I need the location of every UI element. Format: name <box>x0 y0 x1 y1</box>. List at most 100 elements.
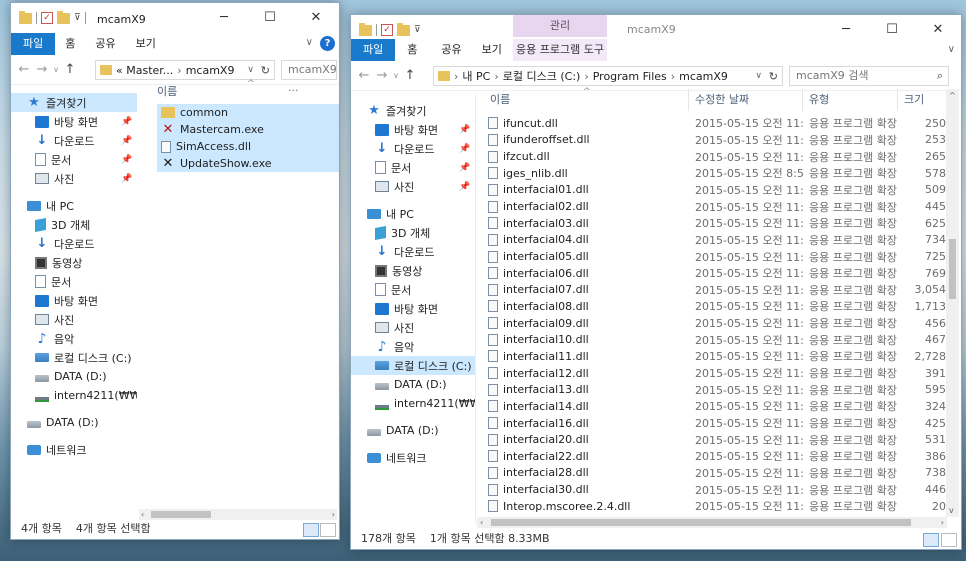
nav-item[interactable]: 문서 📌 <box>351 158 475 177</box>
nav-item[interactable]: 네트워크 <box>11 440 137 459</box>
nav-item[interactable]: 문서 📌 <box>11 150 137 169</box>
file-row[interactable]: interfacial07.dll 2015-05-15 오전 11:20 응용 프… <box>484 282 950 299</box>
nav-item[interactable]: 3D 개체 <box>11 215 137 234</box>
nav-item[interactable]: 내 PC <box>11 196 137 215</box>
file-row[interactable]: ✕ UpdateShow.exe <box>157 155 339 172</box>
refresh-icon[interactable]: ↻ <box>261 64 270 77</box>
pin-icon[interactable]: 📌 <box>459 125 470 135</box>
file-row[interactable]: interfacial12.dll 2015-05-15 오전 11:18 응용 프… <box>484 365 950 382</box>
nav-item[interactable]: DATA (D:) <box>11 367 137 386</box>
file-row[interactable]: interfacial09.dll 2015-05-15 오전 11:20 응용 프… <box>484 315 950 332</box>
pin-icon[interactable]: 📌 <box>459 182 470 192</box>
nav-item[interactable]: ★ 즐겨찾기 <box>11 93 137 112</box>
file-row[interactable]: interfacial02.dll 2015-05-15 오전 11:20 응용 프… <box>484 198 950 215</box>
scroll-left-icon[interactable]: ‹ <box>480 518 483 527</box>
nav-item[interactable]: intern4211(₩₩inte <box>11 386 137 405</box>
nav-item[interactable]: DATA (D:) <box>11 413 137 432</box>
chevron-down-icon[interactable]: ∨ <box>247 65 254 75</box>
scrollbar-thumb[interactable] <box>151 511 211 518</box>
nav-item[interactable]: 로컬 디스크 (C:) <box>351 356 475 375</box>
up-arrow-icon[interactable]: ↑ <box>401 68 419 83</box>
nav-item[interactable]: 로컬 디스크 (C:) <box>11 348 137 367</box>
maximize-button[interactable]: ☐ <box>247 3 293 33</box>
large-icons-view-icon[interactable] <box>320 523 336 537</box>
breadcrumb-item[interactable]: 내 PC <box>462 68 490 84</box>
column-header-name[interactable]: 이름 <box>157 83 177 99</box>
file-row[interactable]: interfacial11.dll 2015-05-15 오전 11:18 응용 프… <box>484 348 950 365</box>
tab-file[interactable]: 파일 <box>11 33 56 55</box>
file-row[interactable]: interfacial04.dll 2015-05-15 오전 11:20 응용 프… <box>484 232 950 249</box>
pin-icon[interactable]: 📌 <box>121 117 132 127</box>
nav-item[interactable]: 동영상 <box>351 261 475 280</box>
nav-item[interactable]: 동영상 <box>11 253 137 272</box>
pin-icon[interactable]: 📌 <box>121 136 132 146</box>
nav-item[interactable]: ♪ 음악 <box>11 329 137 348</box>
nav-item[interactable]: ♪ 음악 <box>351 337 475 356</box>
customize-toolbar-icon[interactable]: ⊽ <box>74 13 81 23</box>
chevron-down-icon[interactable]: ∨ <box>755 71 762 81</box>
large-icons-view-icon[interactable] <box>941 533 957 547</box>
nav-item[interactable]: 바탕 화면 📌 <box>351 120 475 139</box>
file-row[interactable]: interfacial14.dll 2015-05-15 오전 11:18 응용 프… <box>484 398 950 415</box>
nav-item[interactable]: 네트워크 <box>351 448 475 467</box>
file-row[interactable]: interfacial16.dll 2015-05-15 오전 11:18 응용 프… <box>484 415 950 432</box>
file-row[interactable]: ✕ Mastercam.exe <box>157 121 339 138</box>
file-row[interactable]: interfacial28.dll 2015-05-15 오전 11:18 응용 프… <box>484 465 950 482</box>
column-header-size[interactable]: 크기 <box>898 89 950 111</box>
horizontal-scrollbar[interactable]: ‹ › <box>477 517 947 528</box>
tab-home[interactable]: 홈 <box>55 33 85 55</box>
file-row[interactable]: interfacial30.dll 2015-05-15 오전 11:18 응용 프… <box>484 481 950 498</box>
back-arrow-icon[interactable]: ← <box>355 68 373 83</box>
recent-locations-icon[interactable]: ∨ <box>51 65 61 74</box>
file-row[interactable]: interfacial05.dll 2015-05-15 오전 11:20 응용 프… <box>484 248 950 265</box>
breadcrumb-item[interactable]: « Master... <box>116 64 173 77</box>
file-row[interactable]: common <box>157 104 339 121</box>
file-row[interactable]: ifuncut.dll 2015-05-15 오전 11:20 응용 프로그램 확장… <box>484 115 950 132</box>
new-folder-icon[interactable] <box>397 22 410 36</box>
file-row[interactable]: interfacial20.dll 2015-05-15 오전 11:18 응용 프… <box>484 431 950 448</box>
nav-item[interactable]: DATA (D:) <box>351 375 475 394</box>
nav-item[interactable]: 사진 📌 <box>351 177 475 196</box>
forward-arrow-icon[interactable]: → <box>373 68 391 83</box>
customize-toolbar-icon[interactable]: ⊽ <box>414 25 421 35</box>
search-input[interactable]: mcamX9 ... <box>281 60 337 94</box>
column-header-date[interactable]: 수정한 날짜 <box>689 89 803 111</box>
scroll-right-icon[interactable]: › <box>941 518 944 527</box>
nav-item[interactable]: 바탕 화면 <box>351 299 475 318</box>
tab-file[interactable]: 파일 <box>351 39 396 61</box>
new-folder-icon[interactable] <box>57 10 70 24</box>
recent-locations-icon[interactable]: ∨ <box>391 71 401 80</box>
file-row[interactable]: ifzcut.dll 2015-05-15 오전 11:19 응용 프로그램 확장 2… <box>484 148 950 165</box>
context-tab-manage[interactable]: 관리 <box>513 15 607 37</box>
breadcrumb-item[interactable]: Program Files <box>593 70 667 83</box>
file-row[interactable]: interfacial03.dll 2015-05-15 오전 11:20 응용 프… <box>484 215 950 232</box>
tab-view[interactable]: 보기 <box>126 33 166 55</box>
breadcrumb-item[interactable]: mcamX9 <box>679 70 728 83</box>
search-input[interactable]: mcamX9 검색 ⌕ <box>789 66 949 86</box>
forward-arrow-icon[interactable]: → <box>33 62 51 77</box>
file-row[interactable]: SimAccess.dll <box>157 138 339 155</box>
nav-item[interactable]: 문서 <box>351 280 475 299</box>
tab-view[interactable]: 보기 <box>474 39 510 61</box>
column-header-type[interactable]: 유형 <box>803 89 898 111</box>
nav-item[interactable]: 바탕 화면 📌 <box>11 112 137 131</box>
scroll-up-icon[interactable]: ^ <box>949 91 956 100</box>
nav-item[interactable]: 3D 개체 <box>351 223 475 242</box>
nav-item[interactable]: ↓ 다운로드 <box>11 234 137 253</box>
tab-application-tools[interactable]: 응용 프로그램 도구 <box>513 39 607 61</box>
file-row[interactable]: interfacial01.dll 2015-05-15 오전 11:20 응용 프… <box>484 182 950 199</box>
pin-icon[interactable]: 📌 <box>459 163 470 173</box>
file-row[interactable]: Interop.mscoree.2.4.dll 2015-05-15 오전 11:… <box>484 498 950 515</box>
address-bar[interactable]: › 내 PC › 로컬 디스크 (C:) › Program Files › m… <box>433 66 783 86</box>
nav-item[interactable]: 사진 📌 <box>11 169 137 188</box>
search-icon[interactable]: ⌕ <box>937 67 943 85</box>
pin-icon[interactable]: 📌 <box>121 174 132 184</box>
file-row[interactable]: interfacial10.dll 2015-05-15 오전 11:18 응용 프… <box>484 331 950 348</box>
up-arrow-icon[interactable]: ↑ <box>61 62 79 77</box>
close-button[interactable]: ✕ <box>293 3 339 33</box>
file-row[interactable]: interfacial06.dll 2015-05-15 오전 11:20 응용 프… <box>484 265 950 282</box>
file-row[interactable]: interfacial22.dll 2015-05-15 오전 11:18 응용 프… <box>484 448 950 465</box>
chevron-down-icon[interactable]: ∨ <box>948 44 955 55</box>
nav-item[interactable]: 문서 <box>11 272 137 291</box>
help-icon[interactable]: ? <box>320 36 335 51</box>
